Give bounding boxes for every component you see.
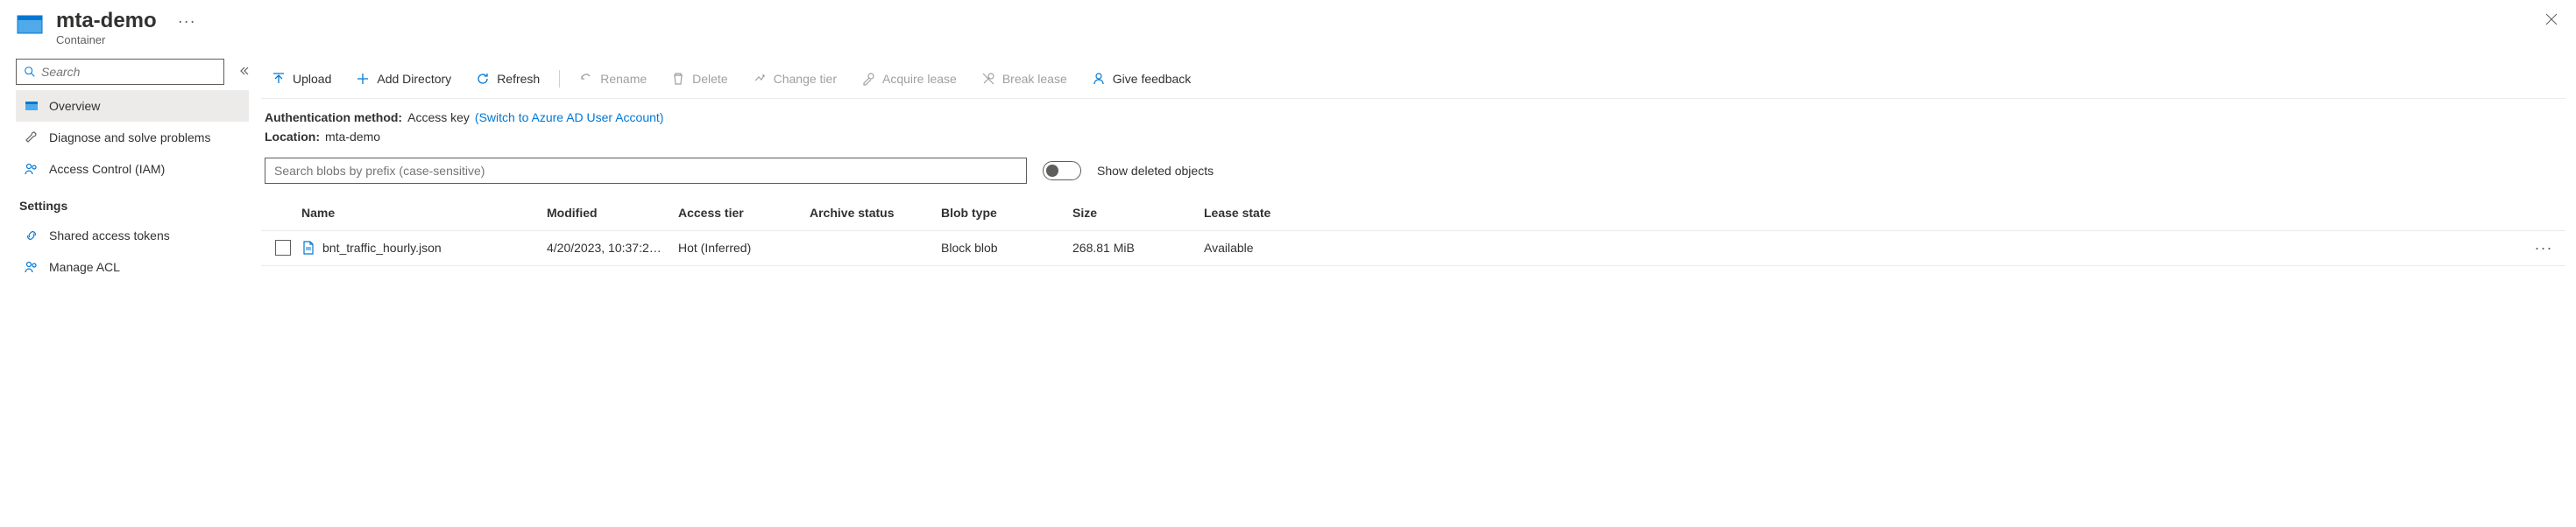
change-tier-icon [753,72,767,86]
blob-table: Name Modified Access tier Archive status… [261,196,2565,266]
sidebar-search[interactable] [16,59,224,85]
col-blob-type[interactable]: Blob type [936,206,1067,220]
container-icon [25,99,39,113]
sidebar-item-label: Manage ACL [49,260,120,274]
refresh-icon [476,72,490,86]
page-title: mta-demo [56,9,157,33]
refresh-button[interactable]: Refresh [465,63,550,95]
auth-method-value: Access key [407,108,470,127]
people-icon [25,162,39,176]
location-label: Location: [265,127,320,146]
toolbar-label: Refresh [497,72,540,86]
switch-auth-link[interactable]: (Switch to Azure AD User Account) [475,108,664,127]
blob-search-input[interactable] [265,158,1027,184]
blob-name-link[interactable]: bnt_traffic_hourly.json [301,241,536,255]
add-directory-button[interactable]: Add Directory [345,63,462,95]
sidebar-item-label: Overview [49,99,100,113]
main-content: Upload Add Directory Refresh Rename [254,59,2576,283]
row-checkbox[interactable] [275,240,291,256]
sidebar-item-sas[interactable]: Shared access tokens [16,220,249,251]
table-row: bnt_traffic_hourly.json 4/20/2023, 10:37… [261,231,2565,266]
sidebar-item-diagnose[interactable]: Diagnose and solve problems [16,122,249,153]
sidebar-item-overview[interactable]: Overview [16,90,249,122]
auth-method-label: Authentication method: [265,108,402,127]
toolbar-label: Change tier [774,72,837,86]
show-deleted-toggle[interactable] [1043,161,1081,180]
sidebar-section-settings: Settings [16,185,249,220]
cell-access-tier: Hot (Inferred) [673,241,804,255]
col-size[interactable]: Size [1067,206,1199,220]
wrench-icon [25,130,39,144]
toolbar-label: Rename [600,72,647,86]
location-value: mta-demo [325,127,380,146]
col-modified[interactable]: Modified [541,206,673,220]
acquire-lease-icon [861,72,875,86]
rename-icon [579,72,593,86]
col-access-tier[interactable]: Access tier [673,206,804,220]
page-subtitle: Container [56,33,196,46]
search-icon [24,66,36,78]
collapse-sidebar-button[interactable] [238,65,249,79]
feedback-icon [1092,72,1106,86]
toolbar-label: Break lease [1002,72,1067,86]
col-lease-state[interactable]: Lease state [1199,206,1330,220]
sidebar-item-iam[interactable]: Access Control (IAM) [16,153,249,185]
more-actions-button[interactable]: ··· [178,12,196,31]
close-button[interactable] [2544,12,2558,29]
break-lease-icon [981,72,995,86]
sidebar-search-input[interactable] [41,65,216,79]
table-header: Name Modified Access tier Archive status… [261,196,2565,231]
link-icon [25,228,39,242]
change-tier-button: Change tier [742,63,847,95]
toolbar-label: Upload [293,72,331,86]
acquire-lease-button: Acquire lease [851,63,967,95]
break-lease-button: Break lease [971,63,1078,95]
row-more-button[interactable]: ··· [2522,239,2565,257]
toolbar: Upload Add Directory Refresh Rename [261,59,2565,99]
show-deleted-label: Show deleted objects [1097,164,1214,178]
file-icon [301,241,315,255]
toolbar-label: Give feedback [1113,72,1192,86]
toolbar-separator [559,70,560,88]
sidebar-item-label: Access Control (IAM) [49,162,165,176]
info-block: Authentication method: Access key (Switc… [261,99,2565,158]
people-icon [25,260,39,274]
sidebar: Overview Diagnose and solve problems Acc… [0,59,254,283]
upload-icon [272,72,286,86]
cell-modified: 4/20/2023, 10:37:20 … [541,241,673,255]
cell-size: 268.81 MiB [1067,241,1199,255]
col-name[interactable]: Name [296,206,541,220]
toolbar-label: Delete [692,72,727,86]
container-icon [16,11,44,39]
sidebar-item-label: Shared access tokens [49,228,170,242]
trash-icon [671,72,685,86]
rename-button: Rename [569,63,657,95]
cell-lease-state: Available [1199,241,1330,255]
sidebar-item-label: Diagnose and solve problems [49,130,210,144]
blob-name: bnt_traffic_hourly.json [322,241,442,255]
give-feedback-button[interactable]: Give feedback [1081,63,1202,95]
delete-button: Delete [661,63,738,95]
filter-row: Show deleted objects [261,158,2565,196]
toolbar-label: Acquire lease [882,72,957,86]
col-archive-status[interactable]: Archive status [804,206,936,220]
plus-icon [356,72,370,86]
cell-blob-type: Block blob [936,241,1067,255]
toolbar-label: Add Directory [377,72,451,86]
page-header: mta-demo ··· Container [0,0,2576,59]
sidebar-item-acl[interactable]: Manage ACL [16,251,249,283]
upload-button[interactable]: Upload [261,63,342,95]
